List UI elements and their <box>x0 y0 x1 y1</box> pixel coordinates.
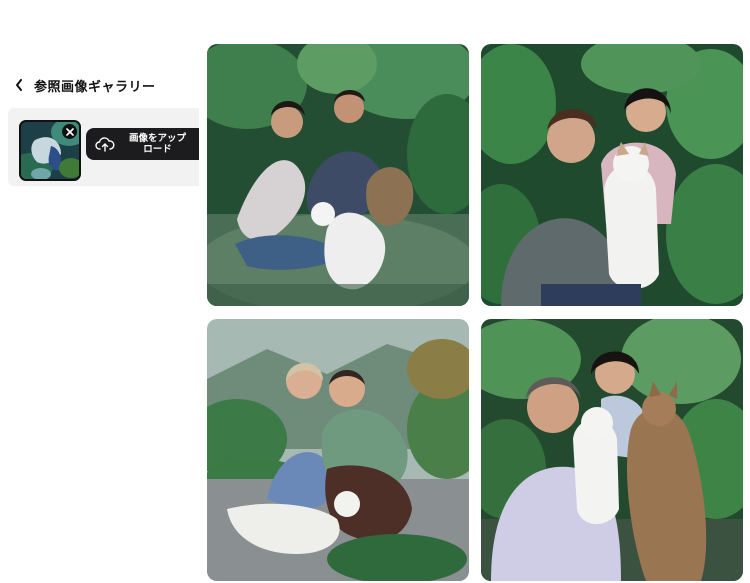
gallery-header: 参照画像ギャラリー <box>12 74 156 96</box>
gallery-image-4[interactable] <box>481 319 743 581</box>
page-title: 参照画像ギャラリー <box>34 79 156 95</box>
reference-thumbnail[interactable] <box>19 120 81 181</box>
image-gallery <box>199 40 750 583</box>
upload-image-button[interactable]: 画像をアップ ロード <box>86 128 204 160</box>
close-icon[interactable] <box>62 124 77 139</box>
gallery-image-2[interactable] <box>481 44 743 306</box>
upload-button-label: 画像をアップ ロード <box>128 133 186 155</box>
upload-panel: 画像をアップ ロード <box>8 108 204 186</box>
cloud-upload-icon <box>95 136 115 152</box>
sidebar: 参照画像ギャラリー 画像をアップ ロード <box>0 0 204 583</box>
chevron-left-icon[interactable] <box>12 75 26 95</box>
gallery-image-3[interactable] <box>207 319 469 581</box>
gallery-image-1[interactable] <box>207 44 469 306</box>
